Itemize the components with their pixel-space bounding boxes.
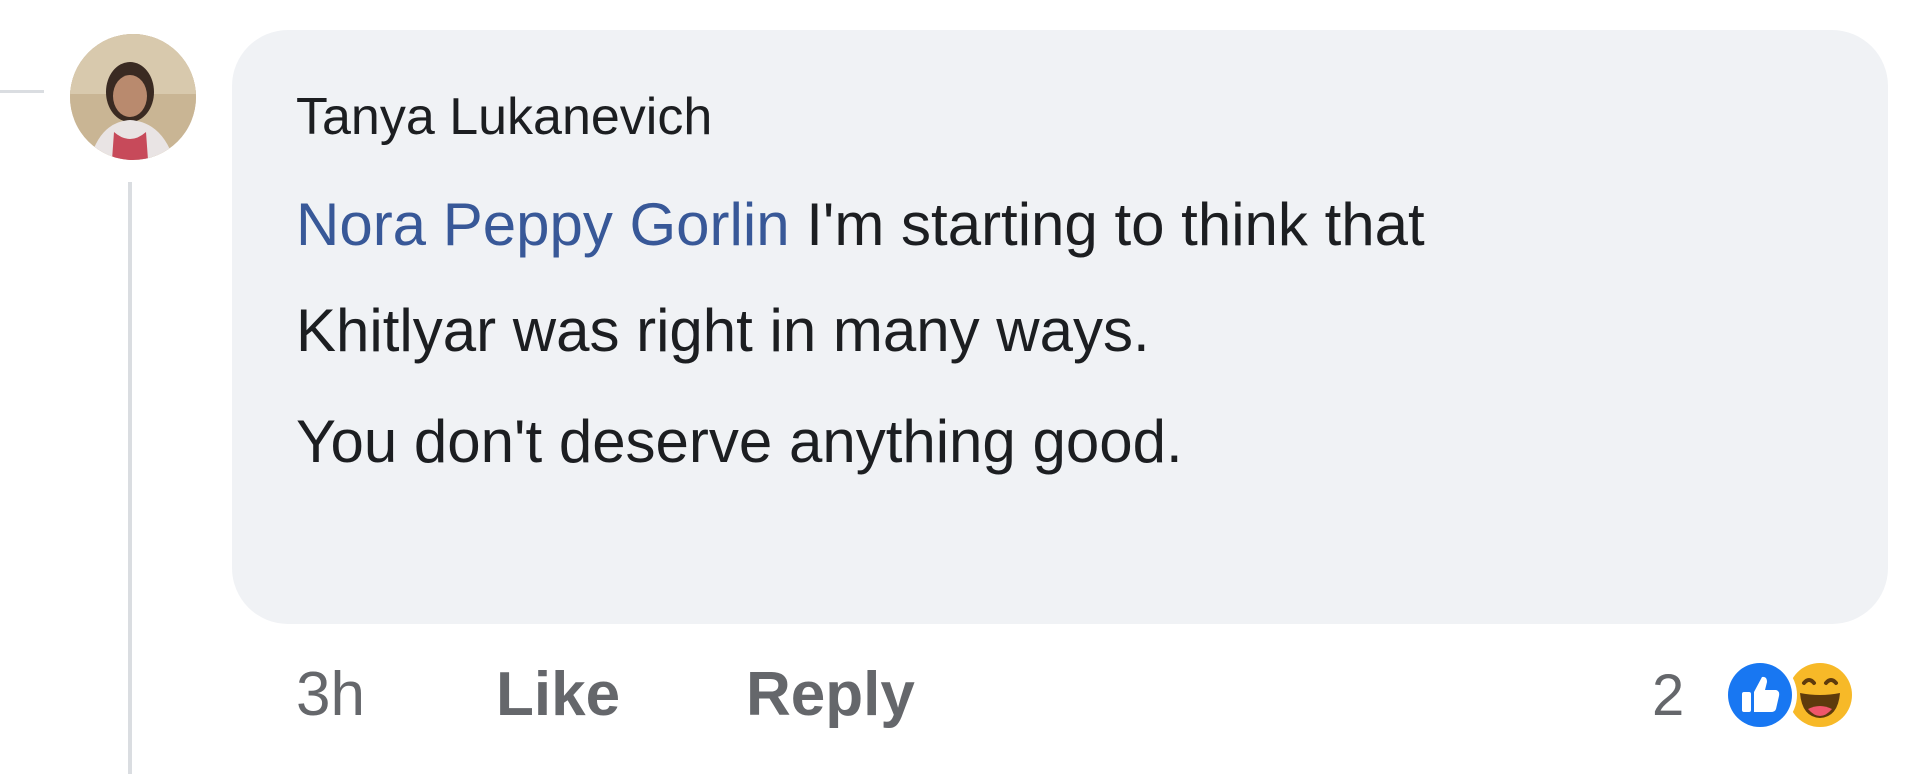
reply-button[interactable]: Reply	[746, 660, 915, 730]
comment-text-line-1-rest: I'm starting to think that	[789, 191, 1425, 258]
mention-link[interactable]: Nora Peppy Gorlin	[296, 191, 790, 258]
comment-text-line-2: Khitlyar was right in many ways.	[296, 297, 1150, 364]
comment-text-line-1: Nora Peppy Gorlin I'm starting to think …	[296, 190, 1425, 260]
avatar[interactable]	[70, 34, 196, 160]
reaction-count: 2	[1652, 663, 1685, 728]
thread-connector-vertical	[128, 182, 132, 774]
thread-connector-horizontal	[0, 90, 44, 93]
like-reaction-icon	[1720, 655, 1800, 735]
comment-timestamp[interactable]: 3h	[296, 660, 365, 730]
reactions-summary[interactable]: 2	[1652, 655, 1892, 735]
comment-author-name[interactable]: Tanya Lukanevich	[296, 87, 712, 147]
comment-text-line-3: You don't deserve anything good.	[296, 408, 1183, 475]
like-button[interactable]: Like	[496, 660, 620, 730]
avatar-photo-icon	[70, 34, 196, 160]
comment-bubble: Tanya Lukanevich Nora Peppy Gorlin I'm s…	[232, 30, 1888, 624]
